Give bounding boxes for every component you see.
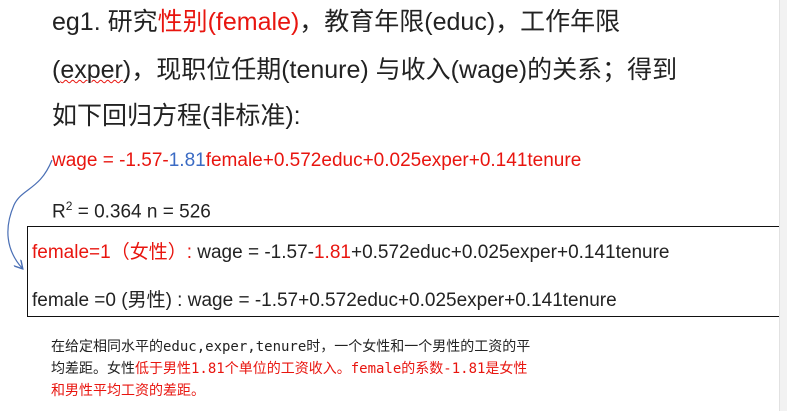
- note-line-3: 和男性平均工资的差距。: [51, 383, 205, 399]
- note-line-1: 在给定相同水平的educ,exper,tenure时，一个女性和一个男性的工资的…: [51, 339, 531, 355]
- equation-female-coefficient: 1.81: [168, 150, 206, 171]
- heading-line-3: 如下回归方程(非标准):: [52, 102, 301, 130]
- female-eq-lhs: wage = -1.57-: [191, 242, 314, 263]
- note-line2-red: 低于男性1.81个单位的工资收入。female的系数-1.81是女性: [135, 361, 528, 377]
- heading-line-1: eg1. 研究性别(female)，教育年限(educ)，工作年限: [52, 2, 620, 38]
- r-squared-value: = 0.364 n = 526: [72, 201, 211, 223]
- male-equation-row: female =0 (男性) : wage = -1.57+0.572educ+…: [32, 290, 617, 311]
- equation-rest: female+0.572educ+0.025exper+0.141tenure: [205, 150, 582, 171]
- female-eq-coefficient: 1.81: [313, 242, 351, 263]
- female-eq-rest: +0.572educ+0.025exper+0.141tenure: [350, 242, 670, 263]
- note-line2-plain: 均差距。女性: [51, 361, 135, 377]
- heading-suffix: ，教育年限(educ)，工作年限: [299, 8, 621, 36]
- note-line-2: 均差距。女性低于男性1.81个单位的工资收入。female的系数-1.81是女性: [51, 358, 711, 380]
- explanation-note: 在给定相同水平的educ,exper,tenure时，一个女性和一个男性的工资的…: [51, 336, 711, 402]
- vertical-scrollbar[interactable]: [779, 0, 787, 411]
- heading-line-2: (exper)，现职位任期(tenure) 与收入(wage)的关系；得到: [52, 50, 677, 86]
- heading-highlight-female: 性别(female): [157, 8, 300, 36]
- female-equation-row: female=1（女性）: wage = -1.57-1.81+0.572edu…: [32, 237, 670, 264]
- conditional-equations-box: female=1（女性）: wage = -1.57-1.81+0.572edu…: [27, 226, 781, 317]
- female-condition: female=1（女性）:: [32, 242, 192, 263]
- regression-equation: wage = -1.57-1.81female+0.572educ+0.025e…: [52, 150, 581, 172]
- heading-line2-suffix: )，现职位任期(tenure) 与收入(wage)的关系；得到: [122, 56, 678, 84]
